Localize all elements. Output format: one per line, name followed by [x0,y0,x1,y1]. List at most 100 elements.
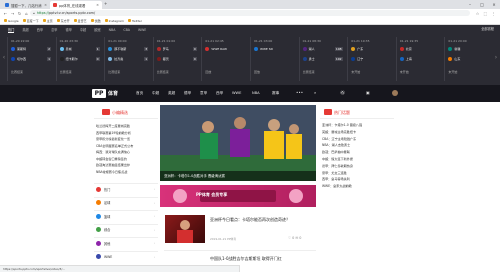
team-logo-icon [59,47,64,51]
bookmark-item[interactable]: 东方开 [56,19,70,23]
category-item[interactable]: 其他 › [94,237,158,248]
score-tab[interactable]: 西甲 [37,27,43,32]
editor-picks-title: 小编精选 [112,110,128,115]
article-title-2[interactable]: 中国队1-0战胜吉尔吉斯斯坦 取得开门红 [210,256,282,262]
news-link[interactable]: 中超转会窗口重磅签约 [96,156,127,161]
bookmark-item[interactable]: 主页 [42,19,53,23]
article-thumbnail[interactable] [165,215,205,243]
nav-item[interactable]: 英超 [168,91,175,96]
score-tab[interactable]: 热门 [8,27,15,33]
prev-arrow-icon[interactable]: ‹ [1,52,7,62]
score-tab[interactable]: 德甲 [66,27,72,32]
topic-link[interactable]: 西甲：皇马客场失利 [322,176,350,181]
news-link[interactable]: CBA全明星赛名单正式公布 [96,143,133,148]
topic-link[interactable]: CBA：辽宁主场险胜广东 [322,136,356,141]
news-link[interactable]: 梅西：我对球队充满信心 [96,149,130,154]
topic-link[interactable]: 意甲：尤文三连胜 [322,170,347,175]
menu-icon[interactable]: ⋮ [490,10,497,16]
nav-item[interactable]: 德甲 [184,91,191,96]
editor-picks-icon [102,109,110,115]
bookmark-item[interactable]: 百度一下 [22,19,39,23]
category-label: 其他 [104,241,111,246]
match-card[interactable]: 01-21 00:00 那不勒斯 3 拉齐奥 1 比赛结束 [104,37,152,81]
extension-icon[interactable]: ⬚ [482,10,489,16]
topic-link[interactable]: 中超：恒大签下新外援 [322,156,353,161]
pp-sports-logo[interactable]: PP 体育 [92,89,118,98]
category-item[interactable]: 足球 › [94,196,158,208]
close-window-icon[interactable]: × [488,0,500,9]
topic-link[interactable]: 德甲：拜仁冬歇期热身 [322,163,353,168]
url-input[interactable]: 🔒︎ https:// pptv.tv.cn/sports.pptv.com/ [30,10,470,16]
category-item[interactable]: WWE › [94,250,158,262]
nav-item[interactable]: 中超 [152,91,159,96]
category-item[interactable]: 热门 › [94,183,158,194]
search-icon[interactable]: ⌕ [314,90,316,95]
avatar[interactable] [392,90,398,96]
match-card[interactable]: 01-21 19:35 北京 上海 未开始 [395,37,444,81]
browser-tab-2[interactable]: pp体育_在线观看 × [50,1,102,9]
nav-item[interactable]: 赛事 [272,91,279,96]
nav-item[interactable]: 西甲 [216,91,223,96]
score-tab[interactable]: CBA [123,28,130,32]
gift-icon[interactable]: 🎁︎ [340,90,345,95]
score-tab[interactable]: 英超 [22,27,28,32]
match-card[interactable]: 01-20 22:00 莱斯特 2 切尔西 1 比赛结束 [7,37,55,81]
back-icon[interactable]: ← [2,10,9,16]
next-arrow-icon[interactable]: › [493,52,499,62]
hero-caption[interactable]: 亚洲杯：卡塔尔1-0战胜对手 晋级淘汰赛 [164,173,225,178]
article-stats[interactable]: ♡ 0 ✉ 0 [288,236,301,240]
match-card[interactable]: 01-21 19:35 广东 辽宁 未开始 [347,37,395,81]
news-link[interactable]: 西甲联赛第19轮前瞻分析 [96,130,131,135]
score-tab[interactable]: 欧冠 [94,27,100,32]
match-card[interactable]: 01-21 08:30 湖人 108 勇士 102 比赛结束 [298,37,347,81]
close-icon[interactable]: × [44,3,47,7]
match-card[interactable]: 01-21 02:45 WWE RAW 回放 [201,37,249,81]
category-item[interactable]: 综合 › [94,223,158,235]
logo-text: 体育 [108,91,119,97]
close-icon[interactable]: × [96,3,99,7]
topic-link[interactable]: 欧冠：巴萨抽中曼联 [322,149,350,154]
news-link[interactable]: 意甲积分榜最新变化一览 [96,136,130,141]
all-matches-link[interactable]: 全部赛程 [481,26,494,31]
reload-icon[interactable]: ↻ [16,10,23,16]
bookmark-item[interactable]: Instagram [104,19,124,23]
nav-item[interactable]: NBA [252,91,260,95]
topic-link[interactable]: 英超：曼城主场完胜纽卡 [322,129,356,134]
match-card[interactable]: 01-21 20:00 新疆 山东 未开始 [444,37,492,81]
nav-item[interactable]: WWE [232,91,241,95]
app-icon[interactable]: ▣ [366,90,370,95]
topic-link[interactable]: 亚洲杯：卡塔尔1-0 晋级八强 [322,122,362,127]
category-item[interactable]: 篮球 › [94,210,158,221]
bookmark-item[interactable]: 爱奇艺 [73,19,87,23]
bookmark-item[interactable]: Google [4,19,19,23]
score-tab[interactable]: WWE [138,28,146,32]
home-icon[interactable]: ⌂ [23,10,30,16]
forward-icon[interactable]: → [9,10,16,16]
match-card[interactable]: 01-21 01:00 罗马 0 都灵 0 比赛结束 [152,37,201,81]
article-title[interactable]: 亚洲杯今日看点：卡塔尔能否再次创造奇迹？ [210,217,314,222]
browser-tab-1[interactable]: 搜狐一下，几站行消 × [2,1,50,9]
news-link[interactable]: 哈兰德梅开二度曼城完胜 [96,123,130,128]
score-tab[interactable]: 意甲 [51,27,57,32]
bookmark-item[interactable]: 优酷 [90,19,101,23]
topic-link[interactable]: NBA：湖人击败勇士 [322,142,350,147]
topic-link[interactable]: WWE：皇家大战前瞻 [322,183,352,188]
minimize-icon[interactable]: – [464,0,476,9]
divider [164,250,316,251]
match-time: 01-21 03:00 [254,39,273,43]
more-nav-button[interactable]: ••• [296,90,303,95]
nav-item[interactable]: 首页 [136,91,143,96]
bookmark-item[interactable]: Twitter [127,19,142,23]
news-link[interactable]: NBA常规赛今日焦点战 [96,169,127,174]
new-tab-button[interactable]: + [104,1,107,6]
score-tab[interactable]: 中超 [80,27,86,32]
news-link[interactable]: 欧冠淘汰赛抽签结果出炉 [96,162,130,167]
score-tab[interactable]: NBA [109,28,116,32]
star-icon[interactable]: ☆ [474,10,481,16]
match-card[interactable]: 01-20 23:30 曼城 1 纽卡斯尔 0 比赛结束 [55,37,104,81]
hero-image[interactable] [160,105,316,181]
maximize-icon[interactable]: □ [476,0,488,9]
nav-item[interactable]: 意甲 [200,91,207,96]
match-card[interactable]: 01-21 03:00 WWE SD 回放 [250,37,298,81]
promo-banner[interactable] [160,185,316,207]
